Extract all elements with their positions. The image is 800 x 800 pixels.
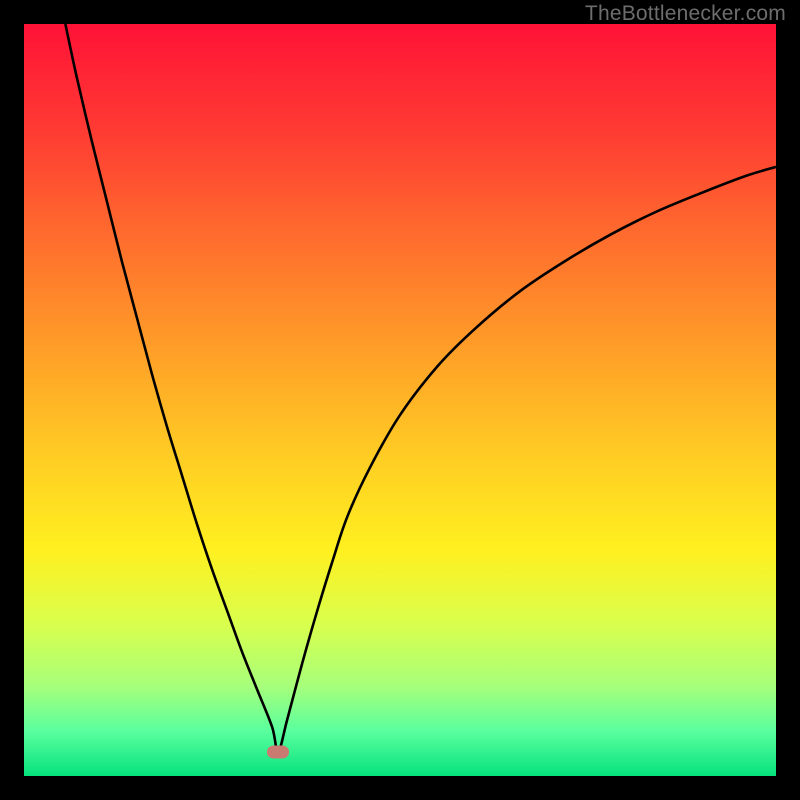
curve-path — [65, 24, 776, 752]
chart-frame: TheBottlenecker.com — [0, 0, 800, 800]
min-marker — [267, 745, 289, 758]
attribution-text: TheBottlenecker.com — [585, 2, 786, 26]
chart-plot-area — [24, 24, 776, 776]
bottleneck-curve — [24, 24, 776, 776]
